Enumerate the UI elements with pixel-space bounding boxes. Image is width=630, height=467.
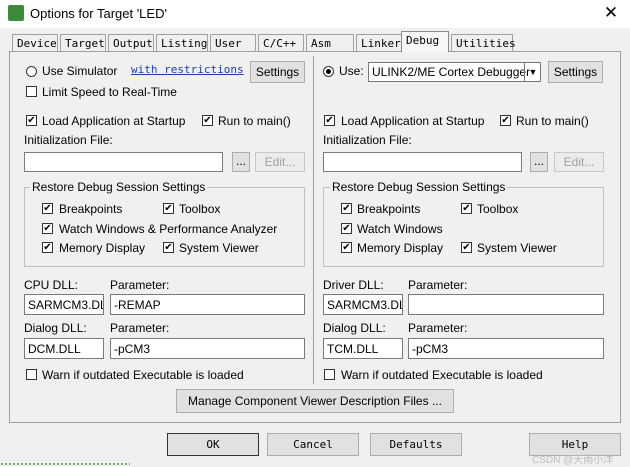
- dialog-param-input[interactable]: -pCM3: [110, 338, 305, 359]
- tab-debug[interactable]: Debug: [401, 31, 449, 52]
- column-divider: [313, 56, 314, 384]
- cpu-dll-label: CPU DLL:: [24, 278, 79, 292]
- tab-linker[interactable]: Linker: [356, 34, 402, 51]
- load-app-label: Load Application at Startup: [42, 114, 186, 128]
- tab-listing[interactable]: Listing: [156, 34, 208, 51]
- limit-speed-checkbox[interactable]: [26, 86, 37, 97]
- system-viewer-label: System Viewer: [179, 241, 259, 255]
- memory-display-checkbox[interactable]: ✔: [42, 242, 53, 253]
- dialog-dll-label: Dialog DLL:: [24, 321, 87, 335]
- cancel-button[interactable]: Cancel: [267, 433, 359, 456]
- right-watch-windows-checkbox[interactable]: ✔: [341, 223, 352, 234]
- tab-asm[interactable]: Asm: [306, 34, 354, 51]
- run-to-main-label: Run to main(): [218, 114, 291, 128]
- window-title: Options for Target 'LED': [30, 6, 167, 21]
- right-restore-settings-label: Restore Debug Session Settings: [330, 180, 508, 194]
- load-app-checkbox[interactable]: ✔: [26, 115, 37, 126]
- warn-outdated-label: Warn if outdated Executable is loaded: [42, 368, 244, 382]
- manage-component-viewer-button[interactable]: Manage Component Viewer Description File…: [176, 389, 454, 413]
- chevron-down-icon[interactable]: ▼: [524, 63, 541, 81]
- memory-display-label: Memory Display: [59, 241, 146, 255]
- close-icon[interactable]: ✕: [598, 2, 624, 24]
- right-watch-windows-label: Watch Windows: [357, 222, 443, 236]
- breakpoints-checkbox[interactable]: ✔: [42, 203, 53, 214]
- right-run-to-main-label: Run to main(): [516, 114, 589, 128]
- debugger-settings-button[interactable]: Settings: [548, 61, 603, 83]
- warn-outdated-checkbox[interactable]: [26, 369, 37, 380]
- driver-dll-input[interactable]: SARMCM3.DLL: [323, 294, 403, 315]
- right-init-file-edit-button[interactable]: Edit...: [554, 152, 604, 172]
- right-warn-outdated-checkbox[interactable]: [324, 369, 335, 380]
- init-file-label: Initialization File:: [24, 133, 113, 147]
- breakpoints-label: Breakpoints: [59, 202, 123, 216]
- right-system-viewer-label: System Viewer: [477, 241, 557, 255]
- use-debugger-radio[interactable]: [323, 66, 334, 77]
- right-load-app-label: Load Application at Startup: [341, 114, 485, 128]
- init-file-browse-button[interactable]: ...: [232, 152, 250, 172]
- right-init-file-label: Initialization File:: [323, 133, 412, 147]
- tab-utilities[interactable]: Utilities: [451, 34, 516, 51]
- watermark: CSDN @天雨小洋: [532, 455, 614, 466]
- toolbox-checkbox[interactable]: ✔: [163, 203, 174, 214]
- right-dialog-param-input[interactable]: -pCM3: [408, 338, 604, 359]
- watch-windows-checkbox[interactable]: ✔: [42, 223, 53, 234]
- right-toolbox-checkbox[interactable]: ✔: [461, 203, 472, 214]
- right-load-app-checkbox[interactable]: ✔: [324, 115, 335, 126]
- run-to-main-checkbox[interactable]: ✔: [202, 115, 213, 126]
- right-toolbox-label: Toolbox: [477, 202, 519, 216]
- restrictions-link[interactable]: with restrictions: [131, 63, 244, 76]
- defaults-button[interactable]: Defaults: [370, 433, 462, 456]
- use-simulator-label: Use Simulator: [42, 64, 118, 78]
- tab-device[interactable]: Device: [12, 34, 58, 51]
- right-breakpoints-checkbox[interactable]: ✔: [341, 203, 352, 214]
- right-run-to-main-checkbox[interactable]: ✔: [500, 115, 511, 126]
- right-system-viewer-checkbox[interactable]: ✔: [461, 242, 472, 253]
- limit-speed-label: Limit Speed to Real-Time: [42, 85, 177, 99]
- right-breakpoints-label: Breakpoints: [357, 202, 421, 216]
- cpu-param-input[interactable]: -REMAP: [110, 294, 305, 315]
- right-dialog-dll-input[interactable]: TCM.DLL: [323, 338, 403, 359]
- right-memory-display-checkbox[interactable]: ✔: [341, 242, 352, 253]
- right-memory-display-label: Memory Display: [357, 241, 444, 255]
- window-edge-grip: [0, 462, 130, 467]
- toolbox-label: Toolbox: [179, 202, 221, 216]
- right-warn-outdated-label: Warn if outdated Executable is loaded: [341, 368, 543, 382]
- ok-button[interactable]: OK: [167, 433, 259, 456]
- right-init-file-input[interactable]: [323, 152, 522, 172]
- init-file-edit-button[interactable]: Edit...: [255, 152, 305, 172]
- cpu-param-label: Parameter:: [110, 278, 170, 292]
- debugger-select-value: ULINK2/ME Cortex Debugger: [372, 65, 531, 79]
- watch-windows-label: Watch Windows & Performance Analyzer: [59, 222, 278, 236]
- tab-cc[interactable]: C/C++: [258, 34, 304, 51]
- app-icon: [8, 5, 24, 21]
- driver-param-input[interactable]: [408, 294, 604, 315]
- tab-user[interactable]: User: [210, 34, 256, 51]
- debugger-select[interactable]: ULINK2/ME Cortex Debugger: [368, 62, 541, 82]
- use-simulator-radio[interactable]: [26, 66, 37, 77]
- driver-dll-label: Driver DLL:: [323, 278, 384, 292]
- use-label: Use:: [339, 64, 364, 78]
- right-dialog-param-label: Parameter:: [408, 321, 468, 335]
- restore-settings-label: Restore Debug Session Settings: [30, 180, 208, 194]
- dialog-dll-input[interactable]: DCM.DLL: [24, 338, 104, 359]
- simulator-settings-button[interactable]: Settings: [250, 61, 305, 83]
- system-viewer-checkbox[interactable]: ✔: [163, 242, 174, 253]
- driver-param-label: Parameter:: [408, 278, 468, 292]
- cpu-dll-input[interactable]: SARMCM3.DLL: [24, 294, 104, 315]
- right-init-file-browse-button[interactable]: ...: [530, 152, 548, 172]
- init-file-input[interactable]: [24, 152, 223, 172]
- tab-output[interactable]: Output: [108, 34, 154, 51]
- dialog-param-label: Parameter:: [110, 321, 170, 335]
- right-dialog-dll-label: Dialog DLL:: [323, 321, 386, 335]
- tab-target[interactable]: Target: [60, 34, 106, 51]
